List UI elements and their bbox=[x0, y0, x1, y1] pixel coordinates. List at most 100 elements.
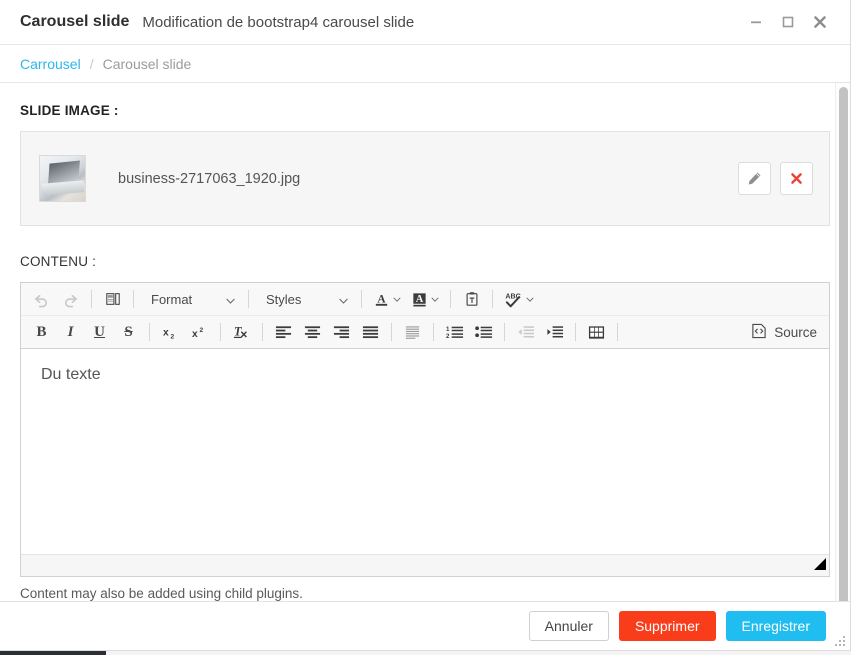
red-x-icon bbox=[790, 172, 803, 185]
align-center-button[interactable] bbox=[300, 320, 325, 345]
editor-toolbar-row-1: Format Styles A A ABC bbox=[21, 283, 829, 316]
toolbar-separator bbox=[492, 290, 493, 308]
toolbar-separator bbox=[248, 290, 249, 308]
minimize-button[interactable] bbox=[740, 6, 772, 38]
blockquote-icon bbox=[404, 325, 421, 340]
chevron-down-icon bbox=[431, 297, 439, 302]
save-button[interactable]: Enregistrer bbox=[725, 611, 826, 641]
slide-image-row: business-2717063_1920.jpg bbox=[20, 131, 830, 226]
bold-icon: B bbox=[36, 323, 47, 340]
outdent-button[interactable] bbox=[513, 320, 538, 345]
format-dropdown[interactable]: Format bbox=[143, 287, 239, 311]
subscript-button[interactable]: x 2 bbox=[158, 320, 183, 345]
modal-titlebar: Carousel slide Modification de bootstrap… bbox=[0, 0, 850, 45]
svg-text:2: 2 bbox=[200, 326, 204, 333]
close-button[interactable] bbox=[804, 6, 836, 38]
image-action-buttons bbox=[738, 162, 813, 195]
outdent-icon bbox=[517, 325, 535, 339]
bold-button[interactable]: B bbox=[29, 320, 54, 345]
background-color-button[interactable]: A bbox=[408, 287, 442, 312]
spellcheck-icon: ABC bbox=[504, 291, 523, 308]
strikethrough-button[interactable]: S bbox=[116, 320, 141, 345]
maximize-button[interactable] bbox=[772, 6, 804, 38]
text-color-button[interactable]: A bbox=[370, 287, 404, 312]
align-justify-button[interactable] bbox=[358, 320, 383, 345]
chevron-down-icon bbox=[325, 292, 348, 307]
editor-content-area[interactable]: Du texte bbox=[21, 349, 829, 554]
close-icon bbox=[812, 14, 828, 30]
edit-image-button[interactable] bbox=[738, 162, 771, 195]
paste-as-text-button[interactable] bbox=[459, 287, 484, 312]
source-button[interactable]: Source bbox=[751, 323, 823, 342]
minimize-icon bbox=[749, 15, 763, 29]
source-button-label: Source bbox=[774, 324, 817, 340]
editor-footer bbox=[21, 554, 829, 576]
undo-icon bbox=[33, 291, 50, 308]
undo-button[interactable] bbox=[29, 287, 54, 312]
toolbar-separator bbox=[133, 290, 134, 308]
editor-toolbar-row-2: B I U S x 2 x 2 T 1 2 Source bbox=[21, 316, 829, 349]
toolbar-separator bbox=[575, 323, 576, 341]
image-thumbnail[interactable] bbox=[39, 155, 86, 202]
toolbar-separator bbox=[220, 323, 221, 341]
modal-body: SLIDE IMAGE : business-2717063_1920.jpg bbox=[0, 83, 850, 601]
chevron-down-icon bbox=[526, 297, 534, 302]
numbered-list-button[interactable]: 1 2 bbox=[442, 320, 467, 345]
bulleted-list-button[interactable] bbox=[471, 320, 496, 345]
underline-button[interactable]: U bbox=[87, 320, 112, 345]
align-left-button[interactable] bbox=[271, 320, 296, 345]
editor-body-text: Du texte bbox=[41, 366, 101, 383]
numbered-list-icon: 1 2 bbox=[446, 325, 464, 339]
content-help-text: Content may also be added using child pl… bbox=[20, 586, 303, 601]
align-justify-icon bbox=[362, 325, 379, 339]
delete-button[interactable]: Supprimer bbox=[618, 611, 716, 641]
styles-dropdown-label: Styles bbox=[266, 291, 302, 307]
superscript-button[interactable]: x 2 bbox=[187, 320, 212, 345]
toolbar-separator bbox=[262, 323, 263, 341]
redo-button[interactable] bbox=[58, 287, 83, 312]
svg-text:x: x bbox=[192, 329, 198, 340]
remove-image-button[interactable] bbox=[780, 162, 813, 195]
align-left-icon bbox=[275, 325, 292, 339]
blockquote-button[interactable] bbox=[400, 320, 425, 345]
breadcrumb-link-carrousel[interactable]: Carrousel bbox=[20, 56, 81, 72]
remove-format-button[interactable]: T bbox=[229, 320, 254, 345]
templates-button[interactable] bbox=[100, 287, 125, 312]
modal-resize-grip[interactable] bbox=[834, 635, 845, 646]
breadcrumb: Carrousel / Carousel slide bbox=[0, 45, 850, 83]
italic-icon: I bbox=[67, 323, 74, 340]
pencil-icon bbox=[747, 171, 762, 186]
indent-button[interactable] bbox=[542, 320, 567, 345]
chevron-down-icon bbox=[393, 297, 401, 302]
toolbar-separator bbox=[361, 290, 362, 308]
editor-resize-handle[interactable] bbox=[814, 558, 826, 570]
subscript-icon: x 2 bbox=[162, 325, 179, 340]
toolbar-separator bbox=[391, 323, 392, 341]
spellcheck-button[interactable]: ABC bbox=[501, 287, 537, 312]
italic-button[interactable]: I bbox=[58, 320, 83, 345]
toolbar-separator bbox=[617, 323, 618, 341]
toolbar-separator bbox=[149, 323, 150, 341]
align-right-button[interactable] bbox=[329, 320, 354, 345]
underline-icon: U bbox=[94, 323, 105, 340]
svg-text:2: 2 bbox=[171, 333, 175, 339]
strikethrough-icon: S bbox=[124, 323, 133, 340]
superscript-icon: x 2 bbox=[191, 325, 208, 340]
body-scrollbar-track[interactable] bbox=[835, 83, 850, 601]
styles-dropdown[interactable]: Styles bbox=[258, 287, 352, 311]
content-label: CONTENU : bbox=[20, 254, 97, 269]
toolbar-separator bbox=[433, 323, 434, 341]
table-button[interactable] bbox=[584, 320, 609, 345]
bulleted-list-icon bbox=[474, 325, 493, 339]
modal-title: Carousel slide bbox=[20, 13, 130, 30]
align-center-icon bbox=[304, 325, 321, 339]
body-scrollbar-thumb[interactable] bbox=[839, 87, 848, 601]
image-filename: business-2717063_1920.jpg bbox=[118, 170, 301, 187]
slide-image-label: SLIDE IMAGE : bbox=[20, 103, 119, 118]
redo-icon bbox=[62, 291, 79, 308]
paste-as-text-icon bbox=[464, 291, 480, 307]
modal-body-content: SLIDE IMAGE : business-2717063_1920.jpg bbox=[0, 83, 850, 601]
cancel-button[interactable]: Annuler bbox=[528, 611, 609, 641]
chevron-down-icon bbox=[212, 292, 235, 307]
templates-icon bbox=[105, 291, 121, 307]
